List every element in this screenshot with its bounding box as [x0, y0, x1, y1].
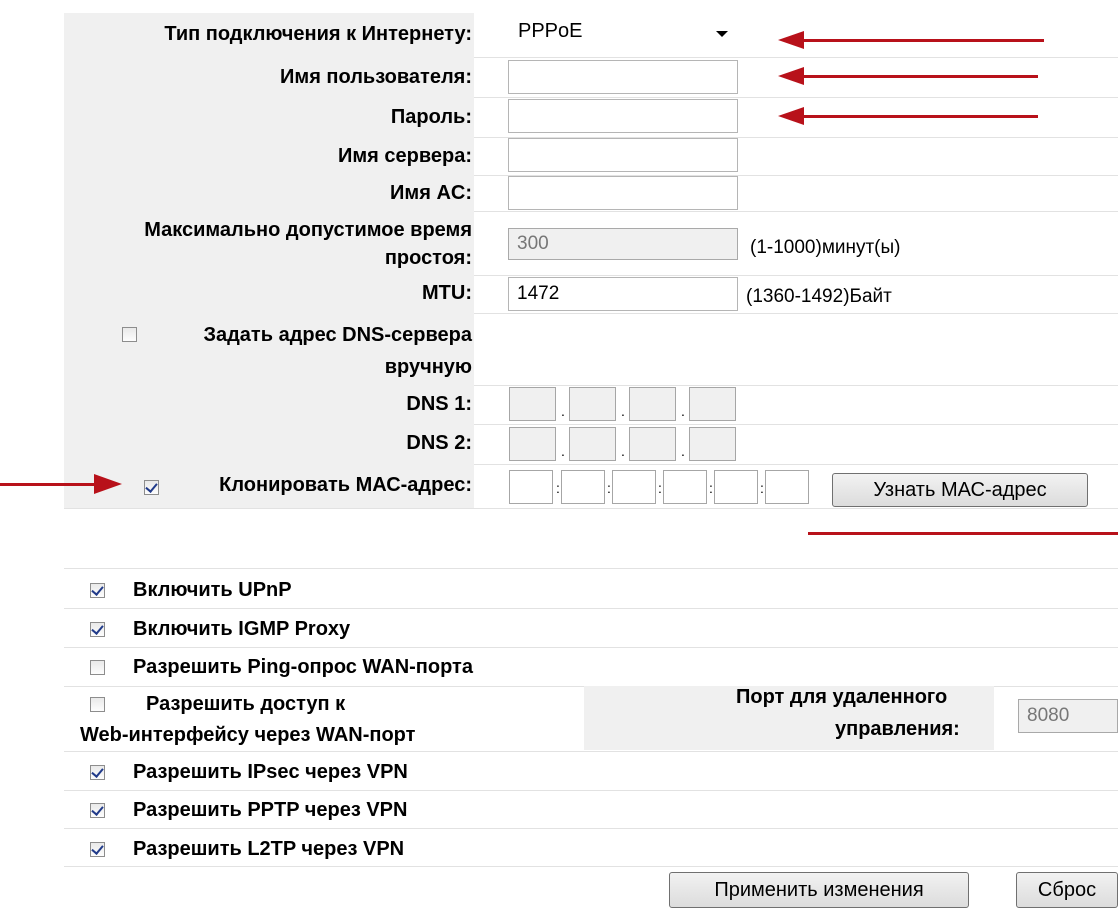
dns2-octet-2[interactable]	[569, 427, 616, 461]
username-label: Имя пользователя:	[64, 57, 474, 97]
l2tp-label: Разрешить L2TP через VPN	[133, 838, 405, 860]
server-name-label: Имя сервера:	[64, 137, 474, 175]
igmp-checkbox[interactable]	[90, 622, 105, 637]
idle-time-hint: (1-1000)минут(ы)	[750, 237, 901, 258]
password-input[interactable]	[508, 99, 738, 133]
ping-checkbox[interactable]	[90, 660, 105, 675]
row-separator	[64, 790, 1118, 791]
dot-separator: .	[621, 443, 625, 459]
mtu-hint: (1360-1492)Байт	[746, 286, 892, 307]
ping-label: Разрешить Ping-опрос WAN-порта	[133, 656, 473, 678]
igmp-label: Включить IGMP Proxy	[133, 618, 351, 640]
colon-separator: :	[760, 480, 764, 496]
clone-mac-checkbox[interactable]	[144, 480, 159, 495]
dot-separator: .	[561, 403, 565, 419]
connection-type-label: Тип подключения к Интернету:	[64, 13, 474, 57]
row-separator	[64, 866, 1118, 867]
apply-button[interactable]: Применить изменения	[669, 872, 969, 908]
idle-time-label-line2: простоя:	[384, 247, 472, 269]
get-mac-button[interactable]: Узнать МАС-адрес	[832, 473, 1088, 507]
dot-separator: .	[681, 403, 685, 419]
ac-name-label: Имя AC:	[64, 175, 474, 211]
remote-port-label-line1: Порт для удаленного	[736, 686, 948, 708]
web-access-label-line2: Web-интерфейсу через WAN-порт	[80, 724, 416, 746]
dns-manual-label-line2: вручную	[384, 356, 472, 378]
colon-separator: :	[556, 480, 560, 496]
mac-octet-1[interactable]	[509, 470, 553, 504]
dns2-label: DNS 2:	[64, 424, 474, 464]
colon-separator: :	[709, 480, 713, 496]
colon-separator: :	[658, 480, 662, 496]
username-input[interactable]	[508, 60, 738, 94]
dns2-octet-4[interactable]	[689, 427, 736, 461]
dns1-octet-2[interactable]	[569, 387, 616, 421]
reset-button[interactable]: Сброс	[1016, 872, 1118, 908]
connection-type-value: PPPoE	[518, 20, 583, 42]
row-separator	[64, 647, 1118, 648]
clone-mac-cell: Клонировать МАС-адрес:	[64, 464, 474, 508]
pptp-checkbox[interactable]	[90, 803, 105, 818]
ac-name-input[interactable]	[508, 176, 738, 210]
dns1-octet-4[interactable]	[689, 387, 736, 421]
connection-type-select[interactable]: PPPoE	[509, 13, 739, 51]
colon-separator: :	[607, 480, 611, 496]
dns1-label: DNS 1:	[64, 385, 474, 424]
dns2-octet-1[interactable]	[509, 427, 556, 461]
dns1-octet-1[interactable]	[509, 387, 556, 421]
dns-manual-checkbox[interactable]	[122, 327, 137, 342]
pptp-label: Разрешить PPTP через VPN	[133, 799, 408, 821]
annotation-underline	[808, 532, 1118, 535]
clone-mac-label: Клонировать МАС-адрес:	[219, 474, 472, 496]
mtu-label: MTU:	[64, 275, 474, 313]
dot-separator: .	[621, 403, 625, 419]
mac-octet-5[interactable]	[714, 470, 758, 504]
ipsec-checkbox[interactable]	[90, 765, 105, 780]
row-separator	[64, 828, 1118, 829]
mac-octet-4[interactable]	[663, 470, 707, 504]
dns-manual-label-text: Задать адрес DNS-сервера	[203, 324, 472, 346]
password-label: Пароль:	[64, 97, 474, 137]
remote-port-input[interactable]	[1018, 699, 1118, 733]
idle-time-label-line1: Максимально допустимое время	[144, 219, 472, 241]
upnp-checkbox[interactable]	[90, 583, 105, 598]
mac-octet-2[interactable]	[561, 470, 605, 504]
web-access-label-line1: Разрешить доступ к	[146, 693, 346, 715]
row-separator	[64, 751, 1118, 752]
dot-separator: .	[561, 443, 565, 459]
server-name-input[interactable]	[508, 138, 738, 172]
idle-time-label: Максимально допустимое время простоя:	[64, 211, 474, 275]
chevron-down-icon	[716, 31, 728, 37]
remote-port-label-line2: управления:	[835, 718, 960, 740]
mac-octet-6[interactable]	[765, 470, 809, 504]
options-separator	[64, 568, 1118, 569]
ipsec-label: Разрешить IPsec через VPN	[133, 761, 408, 783]
dns1-octet-3[interactable]	[629, 387, 676, 421]
dns2-octet-3[interactable]	[629, 427, 676, 461]
row-separator	[64, 608, 1118, 609]
dns-manual-cell: Задать адрес DNS-сервера вручную	[64, 313, 474, 385]
mtu-input[interactable]	[508, 277, 738, 311]
web-access-checkbox[interactable]	[90, 697, 105, 712]
idle-time-input[interactable]	[508, 228, 738, 260]
dns-manual-label-line1: Задать адрес DNS-сервера	[64, 319, 472, 351]
dot-separator: .	[681, 443, 685, 459]
mac-octet-3[interactable]	[612, 470, 656, 504]
upnp-label: Включить UPnP	[133, 579, 292, 601]
l2tp-checkbox[interactable]	[90, 842, 105, 857]
